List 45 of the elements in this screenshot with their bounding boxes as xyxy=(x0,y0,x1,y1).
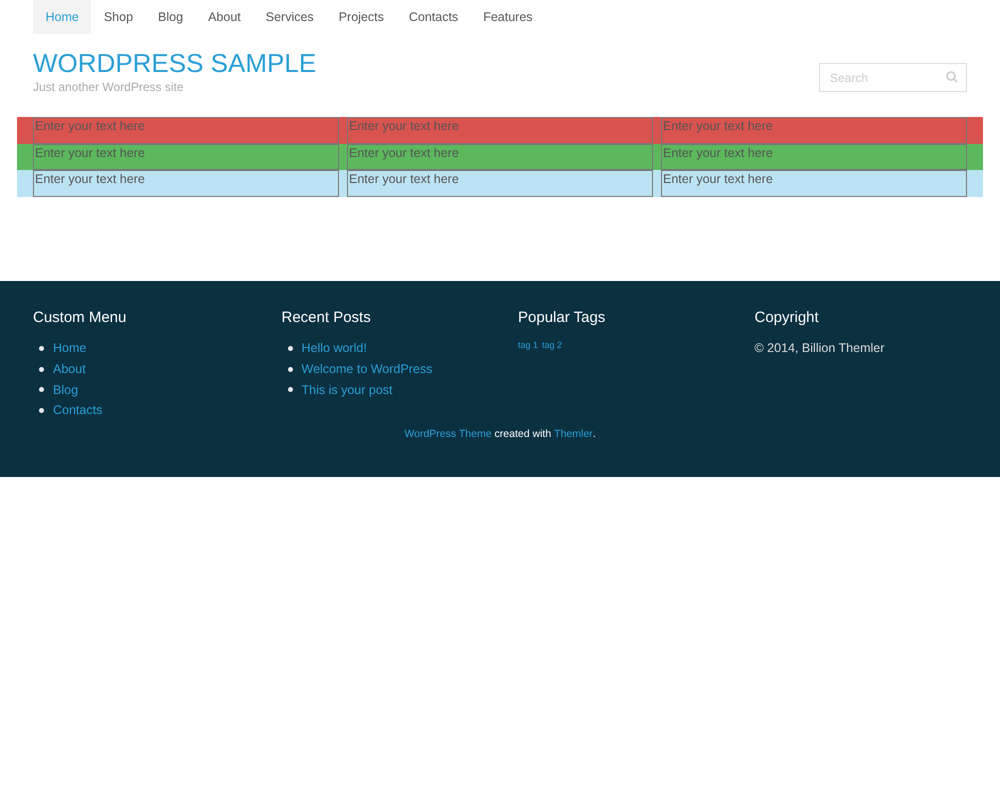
text-cell: Enter your text here xyxy=(661,144,967,170)
nav-item[interactable]: Home xyxy=(33,0,92,34)
text-cell: Enter your text here xyxy=(661,170,967,196)
site-title: WORDPRESS SAMPLE xyxy=(33,48,316,78)
themler-link[interactable]: Themler xyxy=(554,426,593,442)
site-tagline: Just another WordPress site xyxy=(33,79,185,96)
bullet-icon xyxy=(39,387,44,392)
footer-link[interactable]: Contacts xyxy=(53,401,102,420)
footer-heading: Copyright xyxy=(754,308,820,328)
credit-text: created with xyxy=(494,426,552,442)
nav-item[interactable]: About xyxy=(196,0,254,34)
tag-link[interactable]: tag 1 xyxy=(518,339,538,352)
nav-item[interactable]: Contacts xyxy=(396,0,471,34)
tag-link[interactable]: tag 2 xyxy=(542,339,562,352)
nav-item[interactable]: Projects xyxy=(326,0,396,34)
nav-item[interactable]: Services xyxy=(253,0,326,34)
text-cell: Enter your text here xyxy=(347,117,653,144)
footer-link[interactable]: Blog xyxy=(53,380,78,400)
footer-heading: Popular Tags xyxy=(518,308,606,328)
theme-link[interactable]: WordPress Theme xyxy=(404,426,492,442)
text-cell: Enter your text here xyxy=(33,117,339,144)
bullet-icon xyxy=(288,387,292,392)
bullet-icon xyxy=(39,346,44,351)
nav-item[interactable]: Shop xyxy=(91,0,146,34)
footer-heading: Custom Menu xyxy=(33,308,128,328)
text-cell: Enter your text here xyxy=(33,144,339,170)
footer-link[interactable]: This is your post xyxy=(302,380,393,400)
bullet-icon xyxy=(288,346,292,351)
text-cell: Enter your text here xyxy=(33,170,339,196)
footer-link[interactable]: Home xyxy=(53,339,86,358)
nav-item[interactable]: Features xyxy=(470,0,546,34)
footer-link[interactable]: About xyxy=(53,360,86,378)
text-cell: Enter your text here xyxy=(347,144,653,170)
copyright-text: © 2014, Billion Themler xyxy=(754,340,886,357)
footer-link[interactable]: Hello world! xyxy=(302,339,367,358)
text-cell: Enter your text here xyxy=(661,117,967,144)
text-cell: Enter your text here xyxy=(347,170,653,196)
search-icon xyxy=(946,71,958,83)
bullet-icon xyxy=(39,366,44,372)
bullet-icon xyxy=(39,408,44,414)
bullet-icon xyxy=(288,366,292,372)
footer-link[interactable]: Welcome to WordPress xyxy=(302,360,432,378)
credit-period: . xyxy=(592,426,596,442)
footer-heading: Recent Posts xyxy=(282,308,372,328)
nav-item[interactable]: Blog xyxy=(146,0,196,34)
